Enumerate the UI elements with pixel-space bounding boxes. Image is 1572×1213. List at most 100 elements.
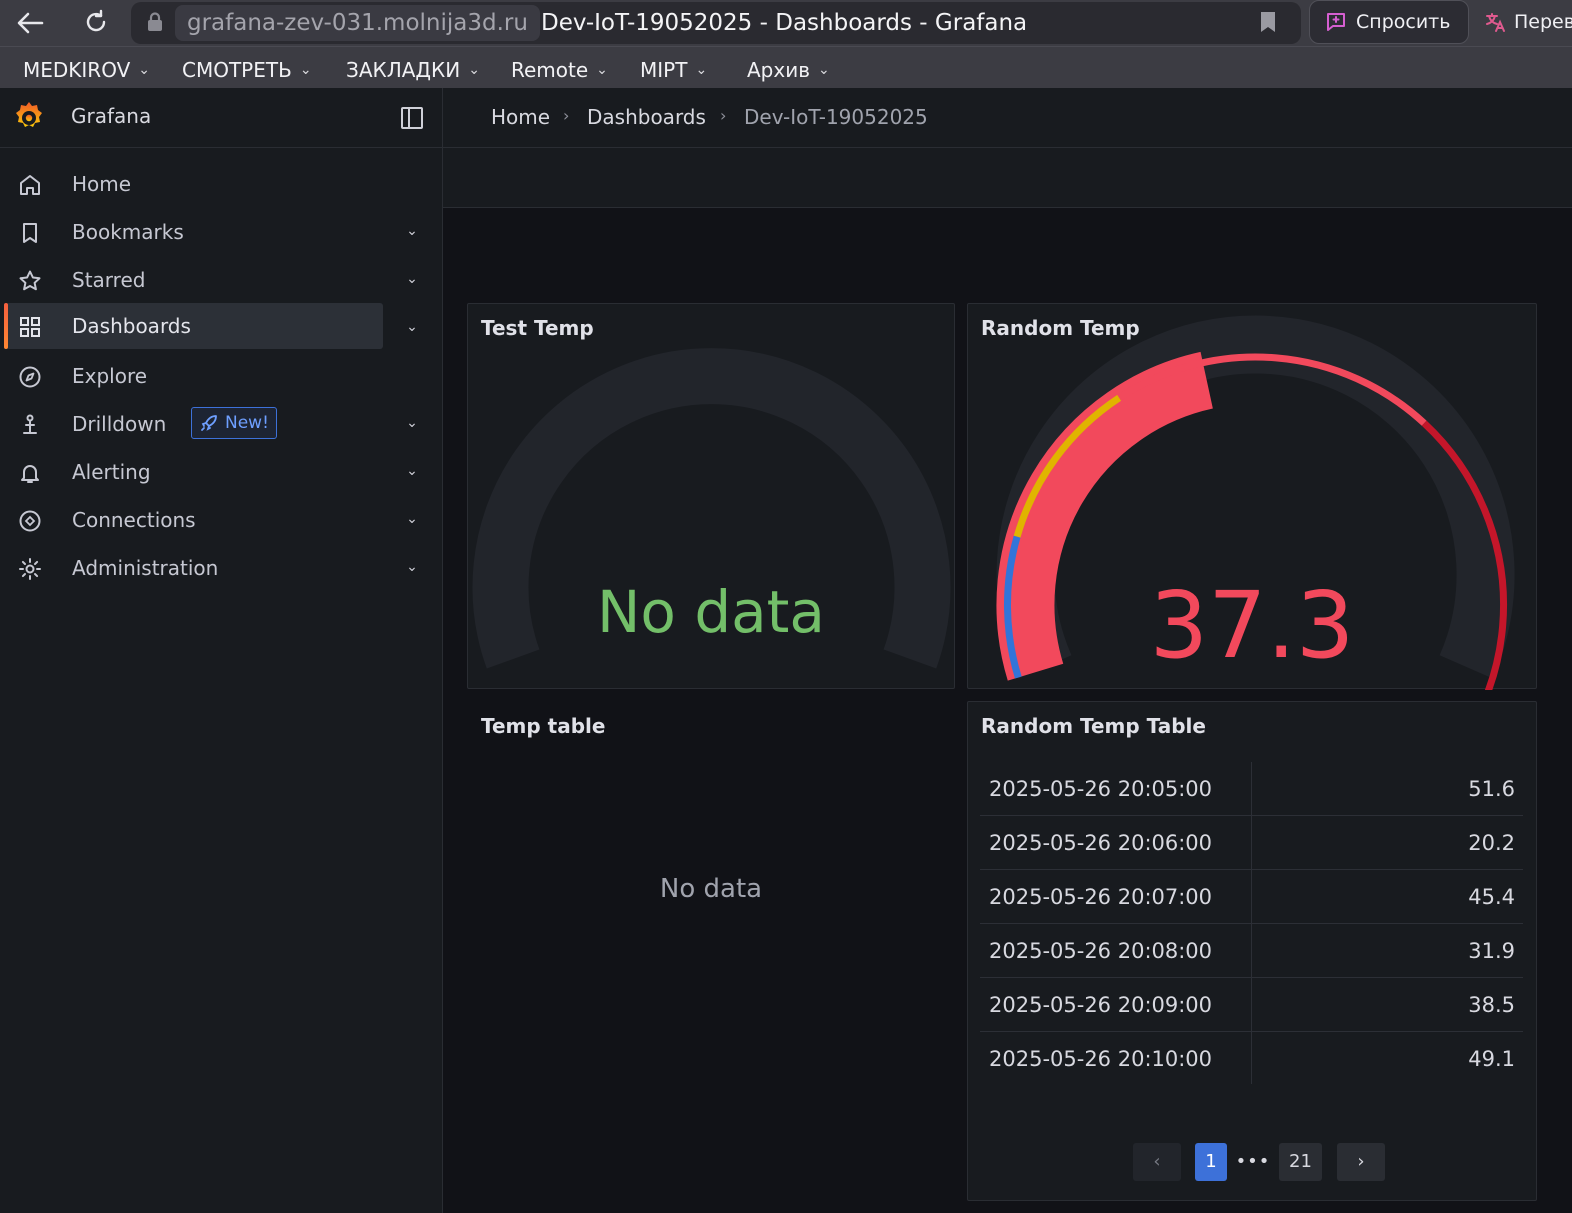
pagination-page-current[interactable]: 1: [1195, 1143, 1227, 1181]
bookmark-page-icon[interactable]: [1258, 10, 1278, 34]
table-cell-value: 38.5: [1468, 993, 1515, 1017]
dashboard-toolbar: [443, 148, 1572, 208]
panel-title: Temp table: [481, 714, 606, 738]
translate-button[interactable]: Переве: [1470, 0, 1572, 44]
drilldown-icon: [23, 414, 37, 434]
chevron-right-icon: ›: [1357, 1151, 1365, 1172]
sidebar-item-home[interactable]: Home: [6, 161, 383, 207]
translate-icon: [1486, 13, 1505, 32]
sidebar-item-bookmarks[interactable]: Bookmarks: [6, 209, 383, 255]
back-arrow-icon[interactable]: [16, 10, 44, 36]
sidebar-item-label: Dashboards: [72, 314, 191, 338]
bookmark-folder-remote[interactable]: Remote ⌄: [511, 58, 608, 82]
column-divider: [1251, 762, 1252, 1084]
apps-icon: [20, 317, 40, 337]
chevron-down-icon: ⌄: [596, 62, 608, 78]
sidebar-item-dashboards[interactable]: Dashboards: [4, 303, 383, 349]
chevron-down-icon[interactable]: ⌄: [403, 414, 421, 432]
panel-random-temp[interactable]: Random Temp 37.3: [967, 303, 1537, 690]
sidebar-item-alerting[interactable]: Alerting: [6, 449, 383, 495]
lock-icon: [146, 12, 164, 32]
table-cell-value: 20.2: [1468, 831, 1515, 855]
bookmark-folder-mipt[interactable]: MIPT ⌄: [640, 58, 707, 82]
sidebar-item-label: Drilldown: [72, 412, 167, 436]
pagination-next-button[interactable]: ›: [1337, 1143, 1385, 1181]
chevron-down-icon[interactable]: ⌄: [403, 318, 421, 336]
sidebar-item-label: Explore: [72, 364, 148, 388]
chevron-down-icon[interactable]: ⌄: [403, 222, 421, 240]
random-temp-value: 37.3: [1149, 572, 1355, 679]
pagination-prev-button[interactable]: ‹: [1133, 1143, 1181, 1181]
table-cell-value: 31.9: [1468, 939, 1515, 963]
temp-table-empty: No data: [659, 874, 763, 904]
sidebar-item-label: Starred: [72, 268, 146, 292]
panel-title: Random Temp Table: [981, 714, 1206, 738]
page-title: Dev-IoT-19052025 - Dashboards - Grafana: [541, 10, 1028, 36]
url-text[interactable]: grafana-zev-031.molnija3d.ru: [175, 5, 540, 41]
chevron-down-icon[interactable]: ⌄: [403, 510, 421, 528]
table-cell-value: 45.4: [1468, 885, 1515, 909]
translate-label: Переве: [1514, 11, 1572, 33]
panel-random-temp-table[interactable]: Random Temp Table 2025-05-26 20:05:00 51.…: [967, 701, 1537, 1201]
breadcrumb-current: Dev-IoT-19052025: [744, 105, 928, 129]
bookmarks-bar: MEDKIROV ⌄ СМОТРЕТЬ ⌄ ЗАКЛАДКИ ⌄ Remote ⌄ MI…: [0, 46, 1572, 88]
chevron-down-icon: ⌄: [138, 62, 151, 78]
panel-test-temp[interactable]: Test Temp No data: [467, 303, 955, 689]
chevron-down-icon: ⌄: [468, 62, 480, 78]
sidebar-item-administration[interactable]: Administration: [6, 545, 383, 591]
browser-toolbar: grafana-zev-031.molnija3d.ru Dev-IoT-190…: [0, 0, 1572, 46]
ask-button[interactable]: Спросить: [1309, 0, 1469, 44]
pagination-page-last[interactable]: 21: [1279, 1143, 1322, 1181]
sidebar-item-connections[interactable]: Connections: [6, 497, 383, 543]
sidebar-header: Grafana: [0, 88, 443, 148]
bookmark-folder-smotret[interactable]: СМОТРЕТЬ ⌄: [182, 58, 312, 82]
table-cell-time: 2025-05-26 20:07:00: [989, 885, 1213, 909]
bookmark-label: Архив: [747, 58, 810, 82]
bookmark-folder-medkirov[interactable]: MEDKIROV ⌄: [23, 58, 150, 82]
chevron-down-icon[interactable]: ⌄: [403, 270, 421, 288]
link-icon: [19, 510, 41, 532]
chevron-down-icon: ⌄: [299, 62, 312, 78]
compass-icon: [19, 366, 41, 388]
table-cell-time: 2025-05-26 20:08:00: [989, 939, 1213, 963]
table-cell-time: 2025-05-26 20:09:00: [989, 993, 1213, 1017]
bookmark-label: MIPT: [640, 58, 688, 82]
sidebar-item-label: Connections: [72, 508, 196, 532]
bookmark-label: СМОТРЕТЬ: [182, 58, 292, 82]
test-temp-value: No data: [597, 578, 825, 646]
table-cell-time: 2025-05-26 20:06:00: [989, 831, 1213, 855]
chevron-down-icon[interactable]: ⌄: [403, 558, 421, 576]
star-icon: [19, 270, 41, 291]
sidebar-item-label: Alerting: [72, 460, 151, 484]
chevron-right-icon: ›: [720, 106, 727, 125]
bookmark-folder-arkhiv[interactable]: Архив ⌄: [747, 58, 830, 82]
sidebar: Grafana Home Bookmarks Starred Dashboard…: [0, 88, 443, 1213]
sidebar-item-starred[interactable]: Starred: [6, 257, 383, 303]
bookmark-label: MEDKIROV: [23, 58, 131, 82]
ask-label: Спросить: [1356, 11, 1451, 33]
pagination-ellipsis[interactable]: •••: [1234, 1143, 1272, 1181]
reload-icon[interactable]: [82, 8, 110, 36]
breadcrumb-dashboards[interactable]: Dashboards: [587, 105, 706, 129]
panel-temp-table[interactable]: Temp table No data: [467, 701, 955, 1201]
home-icon: [20, 175, 40, 195]
chevron-down-icon[interactable]: ⌄: [403, 462, 421, 480]
sidebar-item-label: Administration: [72, 556, 219, 580]
sidebar-item-label: Bookmarks: [72, 220, 184, 244]
grafana-logo-icon[interactable]: [11, 99, 47, 135]
brand-name: Grafana: [71, 104, 152, 128]
table-cell-time: 2025-05-26 20:10:00: [989, 1047, 1213, 1071]
ask-icon: [1327, 13, 1345, 31]
breadcrumb: Home › Dashboards › Dev-IoT-19052025: [443, 88, 1572, 148]
rocket-icon: [201, 415, 217, 431]
bookmark-folder-zakladki[interactable]: ЗАКЛАДКИ ⌄: [346, 58, 480, 82]
bookmark-label: Remote: [511, 58, 589, 82]
sidebar-item-explore[interactable]: Explore: [6, 353, 383, 399]
chevron-down-icon: ⌄: [695, 62, 708, 78]
chevron-down-icon: ⌄: [818, 62, 830, 78]
table-cell-value: 51.6: [1468, 777, 1515, 801]
bookmark-icon: [23, 223, 37, 243]
new-badge: New!: [191, 407, 277, 439]
breadcrumb-home[interactable]: Home: [491, 105, 550, 129]
dock-menu-icon[interactable]: [401, 107, 423, 129]
